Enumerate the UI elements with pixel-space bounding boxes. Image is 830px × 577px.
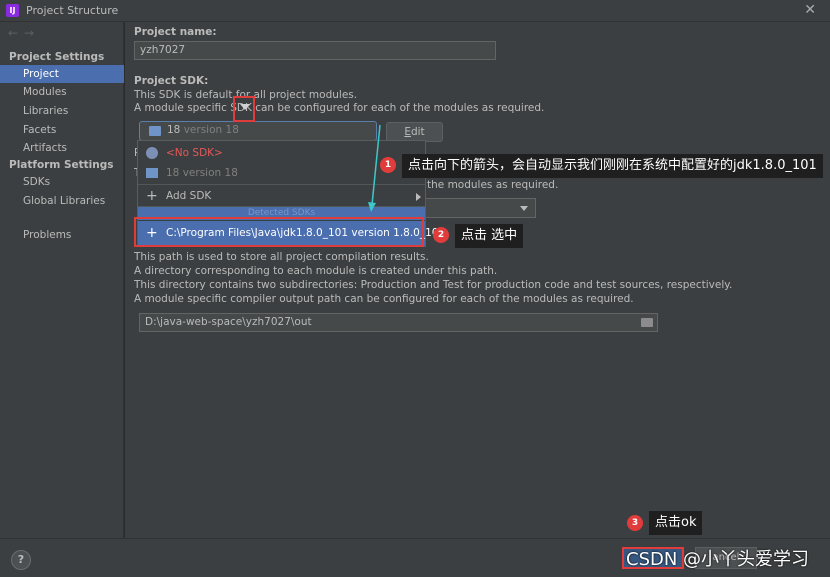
sidebar-item-libraries[interactable]: Libraries	[0, 102, 124, 120]
sidebar-item-modules[interactable]: Modules	[0, 83, 124, 101]
project-sdk-label: Project SDK:	[134, 75, 209, 87]
callout-number-3: 3	[627, 515, 643, 531]
project-name-input[interactable]: yzh7027	[134, 41, 496, 60]
callout-2: 点击 选中	[455, 224, 524, 248]
window-title: Project Structure	[26, 4, 119, 17]
plus-icon: +	[146, 188, 158, 204]
folder-browse-icon[interactable]	[641, 318, 653, 327]
popup-item-add-sdk-label: Add SDK	[166, 190, 212, 202]
nav-back-forward-icons[interactable]: ←→	[8, 26, 40, 40]
sdk-combo-name: 18	[167, 124, 181, 136]
sidebar-item-facets[interactable]: Facets	[0, 121, 124, 139]
project-settings-panel: Project name: yzh7027 Project SDK: This …	[125, 22, 830, 538]
sdk-description-2: A module specific SDK can be configured …	[134, 102, 545, 114]
popup-item-sdk-18-name: 18	[166, 167, 180, 179]
sidebar-item-problems[interactable]: Problems	[0, 226, 124, 244]
language-level-desc-partial: the modules as required.	[427, 179, 559, 191]
folder-icon	[149, 126, 161, 136]
callout-number-1: 1	[380, 157, 396, 173]
sidebar-item-project[interactable]: Project	[0, 65, 124, 83]
intellij-app-icon: IJ	[6, 4, 19, 17]
project-sdk-dropdown[interactable]: 18 version 18	[139, 121, 377, 141]
sidebar-group-project-settings: Project Settings	[9, 51, 105, 63]
chevron-right-icon	[416, 193, 421, 201]
compiler-output-input[interactable]: D:\java-web-space\yzh7027\out	[139, 313, 658, 332]
callout-number-2: 2	[433, 227, 449, 243]
csdn-watermark: CSDN @小丫头爱学习	[626, 549, 810, 570]
sdk-combo-version: version 18	[183, 124, 239, 136]
popup-item-no-sdk-label: <No SDK>	[166, 147, 223, 159]
folder-icon	[146, 168, 158, 178]
callout-1: 点击向下的箭头，会自动显示我们刚刚在系统中配置好的jdk1.8.0_101	[402, 154, 823, 178]
output-description-1: This path is used to store all project c…	[134, 251, 429, 263]
selection-highlight-box	[134, 217, 424, 247]
sidebar-item-sdks[interactable]: SDKs	[0, 173, 124, 191]
project-name-label: Project name:	[134, 26, 217, 38]
callout-3: 点击ok	[649, 511, 703, 535]
close-icon[interactable]: ✕	[804, 2, 816, 18]
sidebar-item-global-libraries[interactable]: Global Libraries	[0, 192, 124, 210]
sdk-dropdown-arrow-button[interactable]	[233, 96, 255, 122]
chevron-down-icon	[520, 206, 528, 211]
globe-icon	[146, 147, 158, 159]
output-description-4: A module specific compiler output path c…	[134, 293, 634, 305]
help-button[interactable]: ?	[11, 550, 31, 570]
sidebar-group-platform-settings: Platform Settings	[9, 159, 114, 171]
popup-item-sdk-18-version: version 18	[182, 167, 238, 179]
sidebar: ←→ Project Settings Project Modules Libr…	[0, 22, 124, 538]
title-bar: IJ Project Structure ✕	[0, 0, 830, 22]
sidebar-item-artifacts[interactable]: Artifacts	[0, 139, 124, 157]
chevron-down-icon	[240, 104, 250, 110]
output-description-2: A directory corresponding to each module…	[134, 265, 498, 277]
edit-label-rest: dit	[410, 126, 425, 138]
edit-mnemonic: E	[404, 126, 411, 138]
output-description-3: This directory contains two subdirectori…	[134, 279, 733, 291]
compiler-output-path: D:\java-web-space\yzh7027\out	[145, 316, 312, 328]
edit-sdk-button[interactable]: Edit	[386, 122, 443, 142]
language-level-dropdown[interactable]	[415, 198, 536, 218]
